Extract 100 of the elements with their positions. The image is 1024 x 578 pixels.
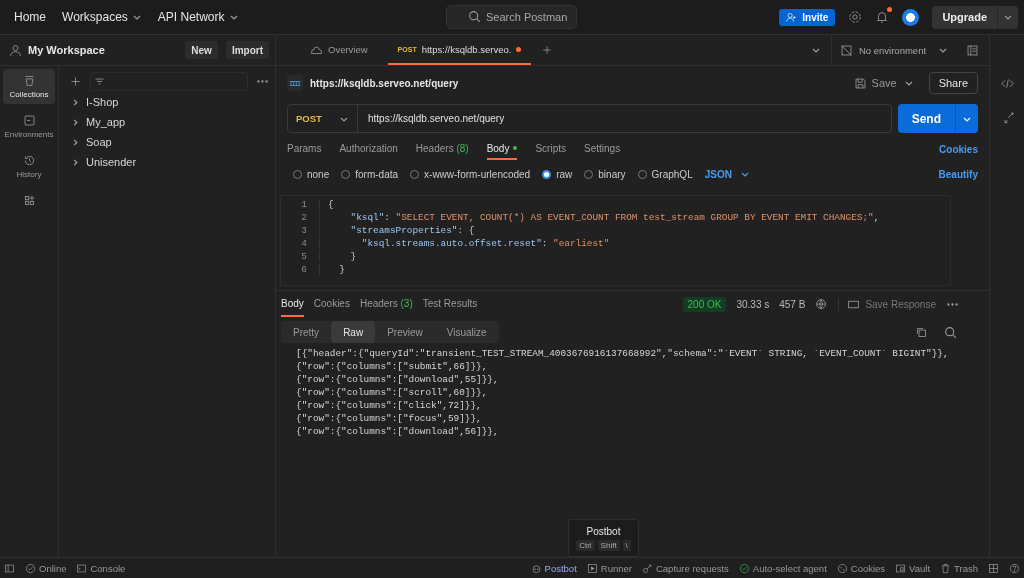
status-item[interactable]: Postbot: [530, 562, 577, 574]
sidebar-tab[interactable]: History: [3, 149, 55, 184]
chevron-icon[interactable]: [71, 117, 80, 127]
view-mode-tab[interactable]: Visualize: [434, 321, 499, 343]
save-icon: [853, 76, 867, 90]
invite-button[interactable]: Invite: [779, 8, 836, 26]
workspace-name: My Workspace: [28, 44, 105, 56]
sidebar-tab[interactable]: Collections: [3, 69, 55, 104]
line-number: 3: [281, 225, 320, 236]
shortcut-key: Ctrl: [576, 539, 595, 551]
collection-item[interactable]: Unisender: [69, 152, 269, 172]
layout-icon[interactable]: [988, 562, 999, 574]
request-title: https://ksqldb.serveo.net/query: [310, 77, 459, 89]
settings-icon[interactable]: [848, 10, 863, 24]
search-icon: [468, 10, 481, 23]
url-field[interactable]: https://ksqldb.serveo.net/query: [358, 113, 891, 124]
environment-quick-look-icon[interactable]: [966, 43, 979, 57]
method-selector[interactable]: POST: [288, 105, 358, 132]
code-line: "ksql": "SELECT EVENT, COUNT(*) AS EVENT_COUNT FROM test_stream GROUP BY EVENT EMIT CHANGES;",: [349, 212, 880, 223]
avatar-icon[interactable]: [902, 8, 920, 26]
environment-selector[interactable]: No environment: [831, 35, 956, 65]
add-user-icon: [786, 11, 798, 23]
request-section-tab[interactable]: Scripts: [535, 138, 566, 160]
collection-item[interactable]: My_app: [69, 112, 269, 132]
response-tab[interactable]: Body: [281, 291, 304, 317]
status-item[interactable]: Auto-select agent: [738, 562, 827, 574]
request-section-tab[interactable]: Headers (8): [415, 138, 469, 160]
nav-link[interactable]: API Network: [157, 10, 239, 24]
response-line: {"row":{"columns":["download",55]}},: [296, 374, 500, 387]
line-number: 1: [281, 199, 320, 210]
view-mode-tab[interactable]: Raw: [331, 321, 376, 343]
response-tab[interactable]: Headers (3): [359, 291, 413, 317]
nav-link[interactable]: Home: [14, 10, 46, 24]
chevron-icon[interactable]: [71, 157, 80, 167]
view-mode-tab[interactable]: Preview: [375, 321, 435, 343]
save-response-button[interactable]: Save Response: [838, 297, 936, 311]
status-item[interactable]: Trash: [940, 562, 978, 574]
sidebar-toggle-icon[interactable]: [4, 562, 15, 574]
code-editor[interactable]: 1 { 2 "ksql": "SELECT EVENT, COUNT(*) AS EVENT_COUNT FROM test_stream GROUP BY EVENT EMIT CHANGES;", 3 "streamsProperties": { 4 "ksql.streams.auto.offset.reset": "earliest" 5 } 6 }: [280, 195, 951, 286]
user-icon: [9, 43, 22, 57]
tooltip-title: Postbot: [586, 525, 621, 537]
play-icon: [586, 562, 598, 574]
chevron-icon[interactable]: [71, 97, 80, 107]
workspace-button[interactable]: Import: [225, 41, 269, 59]
request-tab[interactable]: Overview: [300, 35, 378, 65]
copy-icon[interactable]: [915, 325, 928, 339]
no-environment-icon: [840, 43, 853, 57]
collection-item[interactable]: Soap: [69, 132, 269, 152]
status-item[interactable]: Vault: [895, 562, 931, 574]
format-selector[interactable]: JSON: [704, 168, 750, 180]
save-button[interactable]: Save: [853, 76, 897, 90]
help-icon[interactable]: [1009, 562, 1020, 574]
collection-item[interactable]: I-Shop: [69, 92, 269, 112]
http-icon: [287, 75, 303, 91]
body-type-radio[interactable]: form-data: [341, 168, 399, 180]
status-item[interactable]: Runner: [586, 562, 632, 574]
search-field[interactable]: Search Postman: [446, 5, 577, 29]
request-section-tab[interactable]: Body: [486, 138, 518, 160]
environments-icon: [22, 114, 36, 127]
filter-field[interactable]: [90, 71, 248, 91]
cookies-link[interactable]: Cookies: [939, 143, 978, 155]
add-apps-icon: [22, 194, 36, 207]
response-line: {"row":{"columns":["focus",59]}},: [296, 413, 483, 426]
response-tab[interactable]: Cookies: [313, 291, 350, 317]
code-line: "streamsProperties": {: [349, 225, 475, 236]
body-type-radio[interactable]: none: [293, 168, 330, 180]
request-section-tab[interactable]: Settings: [584, 138, 621, 160]
code-line: }: [338, 264, 345, 275]
body-type-radio[interactable]: x-www-form-urlencoded: [410, 168, 531, 180]
status-code: 200 OK: [682, 296, 727, 312]
sidebar-tab[interactable]: Environments: [3, 109, 55, 144]
status-item[interactable]: Console: [76, 562, 126, 574]
code-icon[interactable]: [1000, 77, 1014, 90]
status-item[interactable]: Cookies: [836, 562, 886, 574]
workspace-button[interactable]: New: [185, 41, 218, 59]
vault-icon: [895, 562, 907, 574]
body-type-radio[interactable]: binary: [584, 168, 626, 180]
trash-icon: [940, 562, 952, 574]
share-button[interactable]: Share: [928, 72, 978, 94]
add-icon[interactable]: [69, 74, 82, 88]
code-line: {: [328, 199, 334, 210]
notifications-icon[interactable]: [875, 10, 890, 24]
search-icon[interactable]: [944, 325, 957, 339]
shortcut-key: \: [622, 539, 631, 551]
view-mode-tab[interactable]: Pretty: [281, 321, 332, 343]
cookie-icon: [836, 562, 848, 574]
body-type-radio[interactable]: raw: [542, 168, 573, 180]
chevron-icon[interactable]: [71, 137, 80, 147]
response-tab[interactable]: Test Results: [422, 291, 478, 317]
request-section-tab[interactable]: Authorization: [339, 138, 398, 160]
status-item[interactable]: Capture requests: [641, 562, 729, 574]
status-item[interactable]: Online: [25, 562, 67, 574]
beautify-link[interactable]: Beautify: [938, 168, 978, 180]
check-circle-icon: [25, 562, 36, 574]
globe-icon[interactable]: [815, 297, 829, 311]
request-section-tab[interactable]: Params: [287, 138, 322, 160]
new-tab-icon[interactable]: [541, 44, 554, 56]
nav-link[interactable]: Workspaces: [62, 10, 142, 24]
url-bar[interactable]: POST https://ksqldb.serveo.net/query: [287, 104, 892, 133]
body-type-radio[interactable]: GraphQL: [637, 168, 693, 180]
